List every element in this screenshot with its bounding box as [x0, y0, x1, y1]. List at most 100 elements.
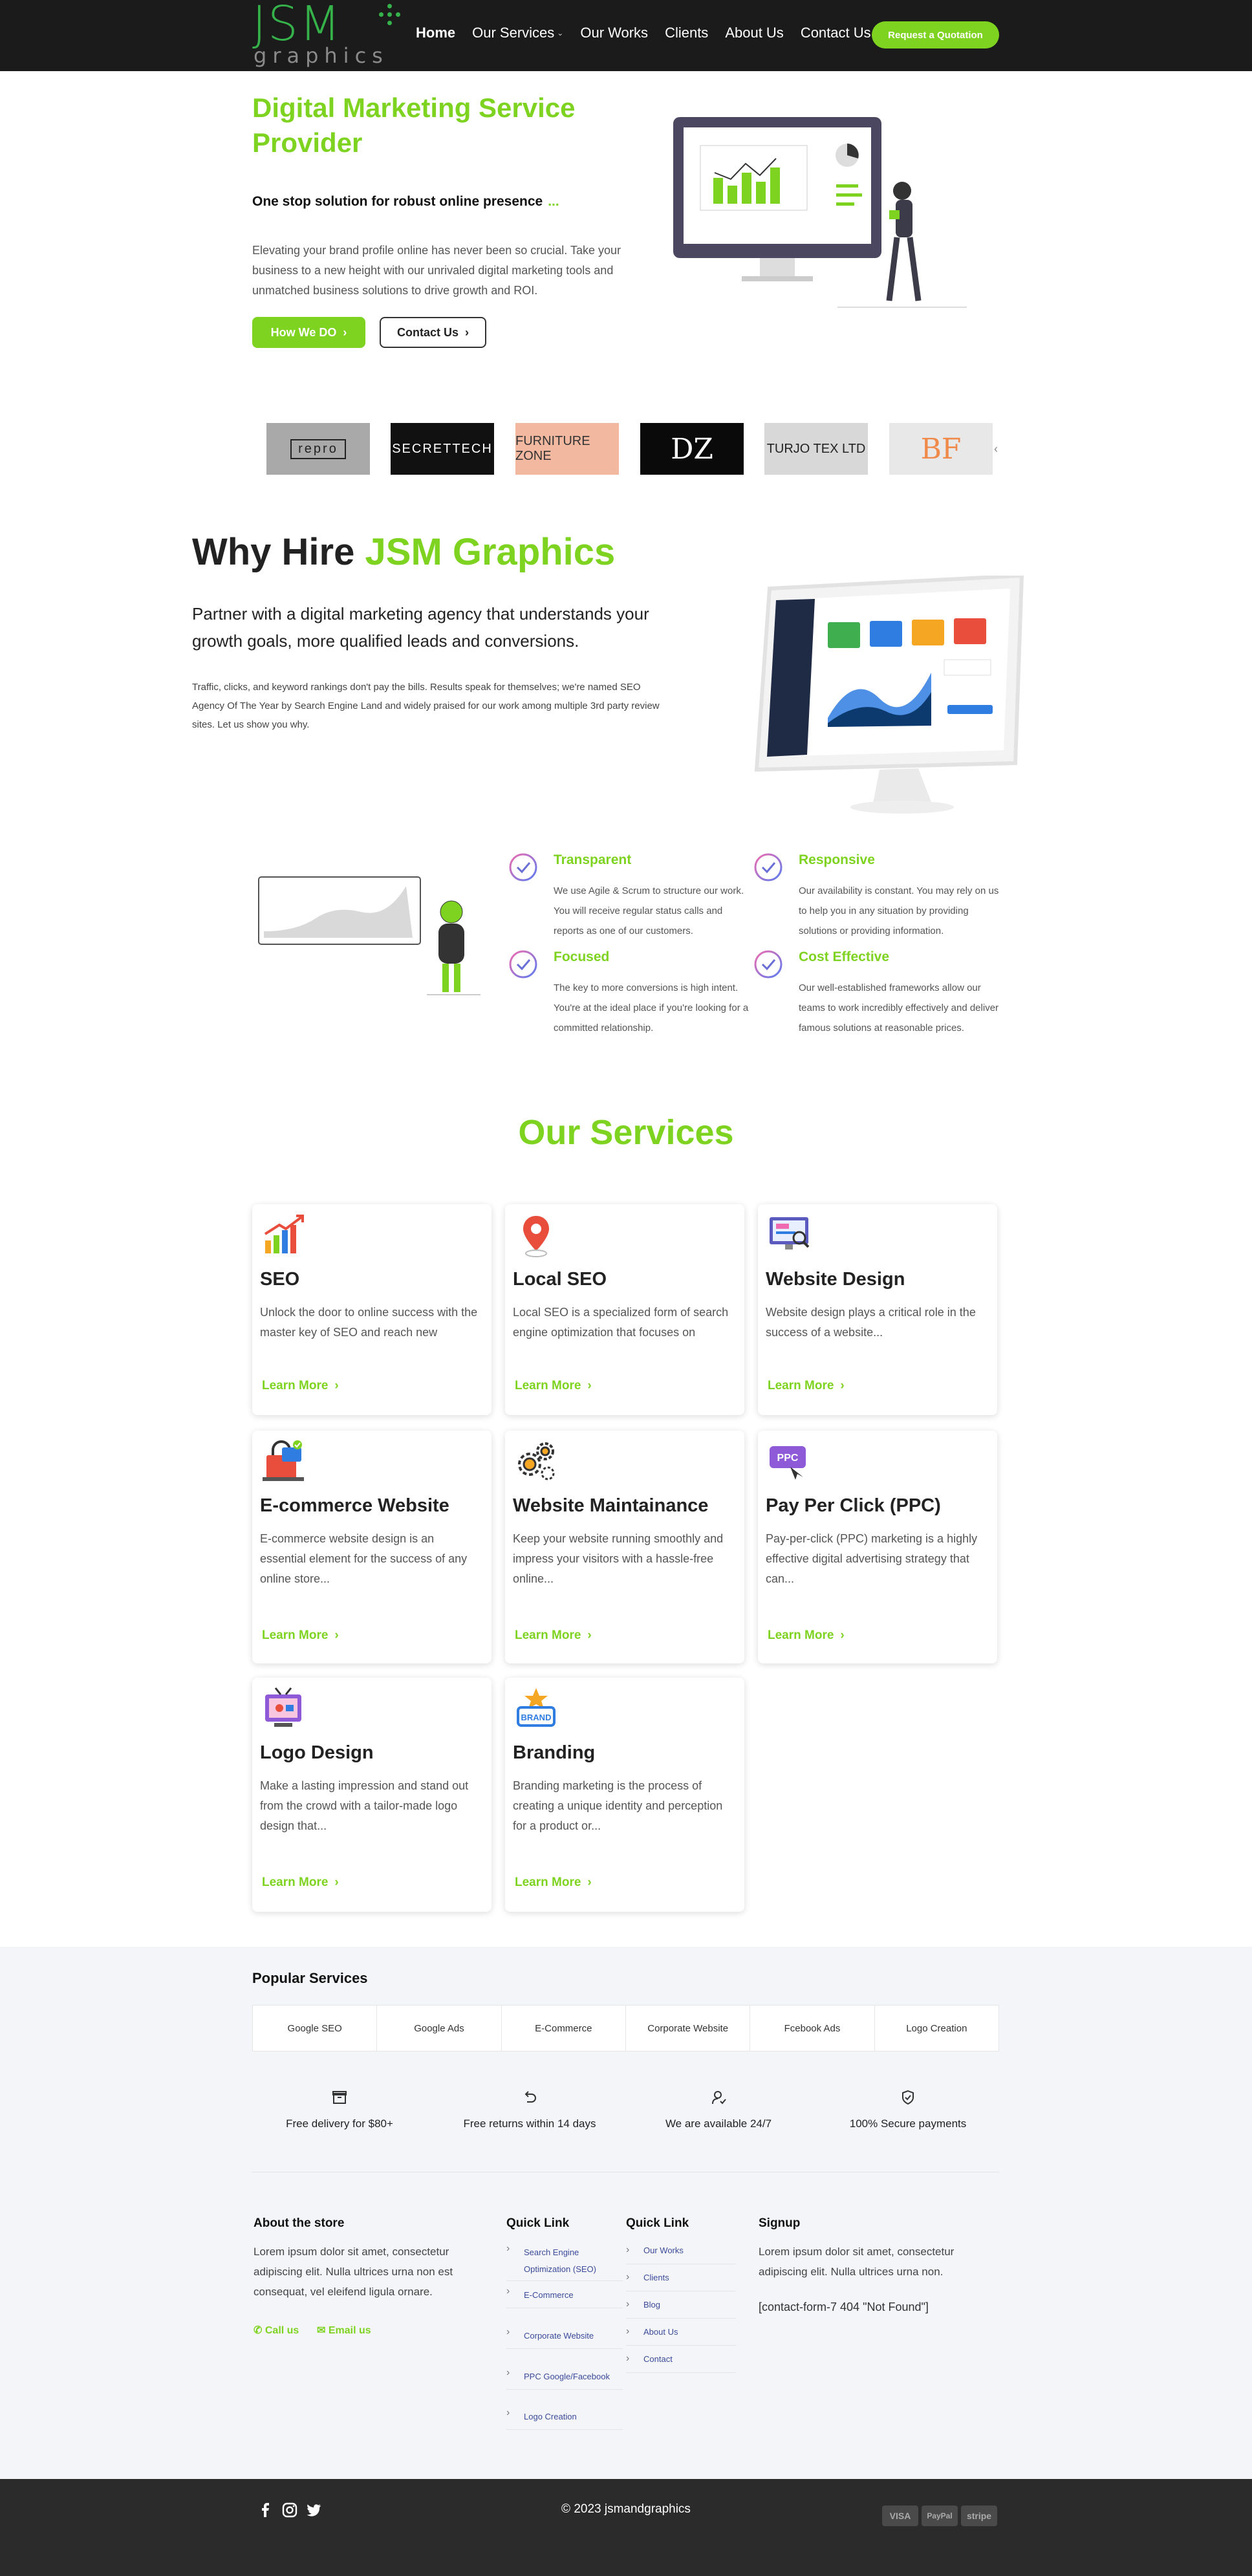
nav-clients[interactable]: Clients — [665, 25, 708, 41]
learn-more-label: Learn More — [262, 1629, 329, 1642]
quick-link-item[interactable]: Search Engine Optimization (SEO) — [524, 2244, 627, 2278]
chevron-right-icon: › — [334, 1629, 339, 1642]
hero-subtitle-dots: ... — [548, 194, 559, 209]
link-separator — [506, 2348, 623, 2349]
ppc-icon: PPC — [770, 1446, 806, 1480]
chevron-right-icon: › — [626, 2326, 630, 2337]
chart-growth-icon — [264, 1215, 304, 1253]
why-title-prefix: Why Hire — [192, 531, 355, 573]
client-logo[interactable]: FURNITURE ZONE — [515, 423, 619, 475]
feature-text: We use Agile & Scrum to structure our wo… — [554, 885, 744, 936]
feature-text: Our availability is constant. You may re… — [799, 885, 999, 936]
check-circle-icon — [509, 853, 537, 882]
service-title: Logo Design — [260, 1742, 374, 1763]
brand-badge-icon: BRAND — [517, 1688, 556, 1727]
learn-more-link[interactable]: Learn More › — [515, 1876, 592, 1890]
quick-link-item[interactable]: Contact — [643, 2354, 673, 2364]
perk-label: Free returns within 14 days — [463, 2117, 596, 2130]
site-logo[interactable]: JSM graphics — [252, 0, 401, 71]
quick-link-item[interactable]: E-Commerce — [524, 2287, 627, 2304]
nav-about-us[interactable]: About Us — [725, 25, 784, 41]
map-pin-icon — [523, 1216, 549, 1257]
email-us-label: Email us — [328, 2325, 371, 2336]
learn-more-label: Learn More — [515, 1876, 581, 1889]
quick-link-item[interactable]: Blog — [643, 2300, 660, 2310]
shop-bag-icon — [263, 1440, 304, 1481]
popular-service-item[interactable]: Google SEO — [253, 2006, 378, 2051]
client-logo[interactable]: repro — [266, 423, 370, 475]
service-title: Website Maintainance — [513, 1495, 709, 1516]
how-we-do-button[interactable]: How We DO › — [252, 317, 365, 348]
learn-more-label: Learn More — [262, 1379, 329, 1392]
perk-label: We are available 24/7 — [665, 2117, 772, 2130]
learn-more-link[interactable]: Learn More › — [768, 1379, 845, 1393]
call-us-link[interactable]: ✆ Call us — [254, 2324, 299, 2337]
nav-our-services[interactable]: Our Services ⌄ — [472, 25, 563, 41]
service-title: E-commerce Website — [260, 1495, 449, 1516]
quick-link-item[interactable]: Logo Creation — [524, 2408, 627, 2425]
service-description: Keep your website running smoothly and i… — [513, 1532, 724, 1585]
client-logo-name: repro — [290, 438, 346, 459]
quick-link-title-2: Quick Link — [626, 2216, 689, 2230]
client-logo-name: SECRETTECH — [392, 441, 493, 456]
service-card[interactable]: Logo Design Make a lasting impression and… — [252, 1678, 491, 1912]
learn-more-link[interactable]: Learn More › — [262, 1629, 339, 1643]
quick-link-item[interactable]: Our Works — [643, 2246, 684, 2255]
learn-more-link[interactable]: Learn More › — [262, 1379, 339, 1393]
service-title: Pay Per Click (PPC) — [766, 1495, 941, 1516]
hero-subtitle: One stop solution for robust online pres… — [252, 194, 559, 210]
service-card[interactable]: Local SEO Local SEO is a specialized form… — [505, 1204, 744, 1415]
feature-text: The key to more conversions is high inte… — [554, 982, 749, 1034]
popular-service-item[interactable]: Corporate Website — [626, 2006, 751, 2051]
nav-contact-us[interactable]: Contact Us — [801, 25, 871, 41]
popular-service-item[interactable]: E-Commerce — [502, 2006, 626, 2051]
quick-link-item[interactable]: Clients — [643, 2273, 669, 2282]
service-card[interactable]: Website Design Website design plays a cri… — [758, 1204, 997, 1415]
quick-link-item[interactable]: About Us — [643, 2327, 678, 2337]
return-icon — [524, 2091, 536, 2103]
design-monitor-icon — [770, 1217, 810, 1250]
email-us-link[interactable]: ✉ Email us — [317, 2324, 371, 2337]
signup-form-placeholder: [contact-form-7 404 "Not Found"] — [759, 2300, 929, 2313]
chevron-right-icon: › — [587, 1629, 592, 1642]
client-logo[interactable]: TURJO TEX LTD — [764, 423, 868, 475]
feature-text: Our well-established frameworks allow ou… — [799, 982, 999, 1034]
chevron-down-icon: ⌄ — [557, 28, 564, 38]
quick-link-item[interactable]: PPC Google/Facebook — [524, 2368, 627, 2385]
popular-service-item[interactable]: Google Ads — [377, 2006, 502, 2051]
learn-more-link[interactable]: Learn More › — [768, 1629, 845, 1643]
chevron-right-icon: › — [506, 2367, 510, 2378]
request-quotation-button[interactable]: Request a Quotation — [872, 21, 999, 49]
learn-more-link[interactable]: Learn More › — [515, 1629, 592, 1643]
learn-more-link[interactable]: Learn More › — [262, 1876, 339, 1890]
nav-home[interactable]: Home — [416, 25, 455, 41]
why-body-text: Traffic, clicks, and keyword rankings do… — [192, 682, 660, 730]
popular-service-item[interactable]: Fcebook Ads — [750, 2006, 875, 2051]
svg-text:PPC: PPC — [777, 1453, 799, 1464]
feature-title: Responsive — [799, 852, 875, 867]
about-store-title: About the store — [254, 2216, 345, 2230]
contact-us-button[interactable]: Contact Us › — [380, 317, 486, 348]
learn-more-label: Learn More — [768, 1629, 834, 1642]
quick-link-item[interactable]: Corporate Website — [524, 2328, 627, 2344]
nav-our-works[interactable]: Our Works — [580, 25, 648, 41]
link-separator — [506, 2389, 623, 2390]
service-card[interactable]: SEO Unlock the door to online success wit… — [252, 1204, 491, 1415]
contact-us-label: Contact Us — [396, 325, 459, 339]
learn-more-link[interactable]: Learn More › — [515, 1379, 592, 1393]
client-logo[interactable]: SECRETTECH — [391, 423, 494, 475]
client-logo[interactable]: BF — [889, 423, 993, 475]
service-card[interactable]: E-commerce Website E-commerce website des… — [252, 1431, 491, 1663]
service-card[interactable]: BRAND Branding Branding marketing is the p… — [505, 1678, 744, 1912]
chevron-right-icon: › — [343, 325, 347, 339]
client-logo[interactable]: DZ — [640, 423, 744, 475]
chevron-right-icon: › — [334, 1876, 339, 1889]
chevron-left-icon[interactable]: ‹ — [994, 442, 998, 456]
service-card[interactable]: Website Maintainance Keep your website ru… — [505, 1431, 744, 1663]
popular-service-item[interactable]: Logo Creation — [875, 2006, 998, 2051]
service-card[interactable]: PPC Pay Per Click (PPC) Pay-per-click (PPC… — [758, 1431, 997, 1663]
client-logo-name: FURNITURE ZONE — [515, 434, 590, 463]
signup-text: Lorem ipsum dolor sit amet, consectetur … — [759, 2246, 955, 2278]
feature-title: Focused — [554, 949, 610, 964]
paypal-badge: PayPal — [922, 2506, 958, 2526]
